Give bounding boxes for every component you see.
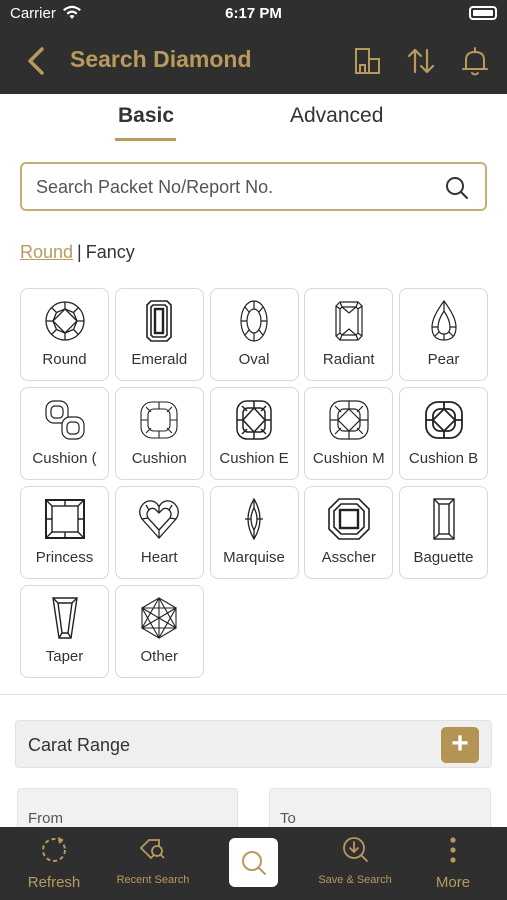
cushion-e-diamond-icon xyxy=(236,400,272,440)
taper-diamond-icon xyxy=(51,597,78,639)
save-search-tab[interactable]: Save & Search xyxy=(310,827,400,900)
asscher-diamond-icon xyxy=(327,498,370,540)
refresh-icon xyxy=(42,837,66,862)
recent-search-tab[interactable]: Recent Search xyxy=(108,827,198,900)
carat-from-input[interactable] xyxy=(28,807,208,829)
search-icon xyxy=(242,851,266,875)
buildings-icon[interactable] xyxy=(350,44,384,78)
section-divider xyxy=(0,694,507,695)
shape-label: Heart xyxy=(140,549,178,566)
carat-range-header[interactable]: Carat Range + xyxy=(15,720,492,768)
princess-diamond-icon xyxy=(44,499,85,539)
add-carat-button[interactable]: + xyxy=(441,727,479,763)
shape-label: Cushion xyxy=(131,450,187,467)
round-diamond-icon xyxy=(44,301,85,341)
carat-range-title: Carat Range xyxy=(28,735,131,755)
shape-grid: Round Emerald Oval Radiant Pear Cushion … xyxy=(20,288,488,678)
page-title: Search Diamond xyxy=(70,46,252,72)
heart-diamond-icon xyxy=(139,500,180,539)
shape-label: Cushion B xyxy=(408,450,479,467)
status-time: 6:17 PM xyxy=(225,5,282,22)
shape-category-toggle: Round | Fancy xyxy=(20,242,135,263)
round-link[interactable]: Round xyxy=(20,242,73,262)
shape-label: Marquise xyxy=(223,549,285,566)
shape-tile-marquise[interactable]: Marquise xyxy=(209,486,299,579)
carat-to-input[interactable] xyxy=(280,807,460,829)
shape-tile-cushion-pair[interactable]: Cushion ( xyxy=(20,387,109,480)
marquise-diamond-icon xyxy=(245,497,263,541)
shape-label: Other xyxy=(140,648,178,665)
shape-tile-emerald[interactable]: Emerald xyxy=(114,288,204,381)
shape-tile-baguette[interactable]: Baguette xyxy=(399,486,488,579)
save-search-icon xyxy=(343,837,368,862)
shape-tile-cushion-b[interactable]: Cushion B xyxy=(399,387,488,480)
shape-label: Round xyxy=(42,351,87,368)
save-search-label: Save & Search xyxy=(318,874,392,886)
shape-tile-heart[interactable]: Heart xyxy=(114,486,204,579)
cushion-diamond-icon xyxy=(140,401,178,439)
shape-tile-pear[interactable]: Pear xyxy=(399,288,488,381)
toggle-separator: | xyxy=(77,242,82,262)
shape-tile-cushion-m[interactable]: Cushion M xyxy=(304,387,394,480)
active-tab-indicator xyxy=(115,138,176,141)
search-box xyxy=(20,162,487,211)
more-label: More xyxy=(435,874,471,891)
shape-label: Radiant xyxy=(322,351,375,368)
shape-label: Baguette xyxy=(413,549,474,566)
radiant-diamond-icon xyxy=(335,301,363,341)
shape-tile-cushion[interactable]: Cushion xyxy=(114,387,204,480)
shape-label: Princess xyxy=(35,549,94,566)
search-icon[interactable] xyxy=(445,176,469,200)
shape-tile-radiant[interactable]: Radiant xyxy=(304,288,394,381)
refresh-label: Refresh xyxy=(27,874,81,891)
search-input[interactable] xyxy=(36,174,436,200)
shape-label: Emerald xyxy=(131,351,188,368)
refresh-tab[interactable]: Refresh xyxy=(14,827,94,900)
fancy-link[interactable]: Fancy xyxy=(86,242,135,262)
shape-label: Asscher xyxy=(321,549,376,566)
back-chevron-icon[interactable] xyxy=(22,44,52,78)
shape-tile-oval[interactable]: Oval xyxy=(209,288,299,381)
shape-label: Cushion E xyxy=(219,450,289,467)
shape-label: Cushion ( xyxy=(32,450,97,467)
more-vertical-icon xyxy=(450,837,456,863)
emerald-diamond-icon xyxy=(146,300,173,342)
shape-label: Taper xyxy=(45,648,84,665)
tab-basic[interactable]: Basic xyxy=(118,104,174,128)
shape-label: Cushion M xyxy=(312,450,385,467)
nav-bar: Search Diamond xyxy=(0,28,507,94)
cushion-b-diamond-icon xyxy=(424,401,463,439)
tab-advanced[interactable]: Advanced xyxy=(290,104,383,128)
shape-tile-princess[interactable]: Princess xyxy=(20,486,109,579)
pear-diamond-icon xyxy=(430,299,457,341)
bell-icon[interactable] xyxy=(458,44,492,78)
recent-search-label: Recent Search xyxy=(116,874,190,886)
other-diamond-icon xyxy=(141,596,178,640)
search-action-button[interactable] xyxy=(229,838,278,887)
shape-tile-cushion-e[interactable]: Cushion E xyxy=(209,387,299,480)
status-bar: Carrier 6:17 PM xyxy=(0,0,507,28)
shape-tile-taper[interactable]: Taper xyxy=(20,585,109,678)
bottom-tab-bar: Refresh Recent Search Save & Search More xyxy=(0,827,507,900)
sort-arrows-icon[interactable] xyxy=(404,44,438,78)
shape-tile-round[interactable]: Round xyxy=(20,288,109,381)
baguette-diamond-icon xyxy=(432,498,455,540)
recent-search-tag-icon xyxy=(139,839,165,860)
shape-label: Pear xyxy=(427,351,460,368)
shape-tile-asscher[interactable]: Asscher xyxy=(304,486,394,579)
search-tabs: Basic Advanced xyxy=(0,94,507,146)
more-tab[interactable]: More xyxy=(420,827,486,900)
shape-label: Oval xyxy=(238,351,270,368)
cushion-m-diamond-icon xyxy=(329,400,369,440)
shape-tile-other[interactable]: Other xyxy=(114,585,204,678)
oval-diamond-icon xyxy=(240,300,268,342)
battery-icon xyxy=(469,6,497,20)
cushion-pair-diamond-icon xyxy=(44,400,85,440)
